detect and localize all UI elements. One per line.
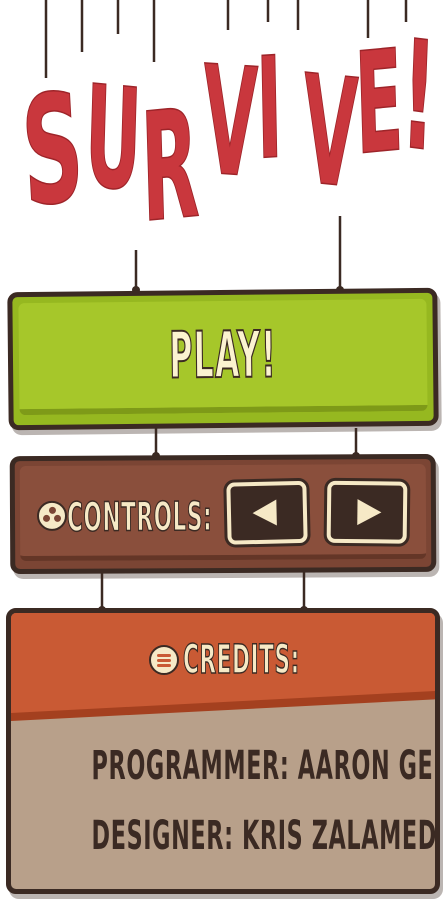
controls-panel: CONTROLS: bbox=[9, 453, 437, 575]
next-control-button[interactable] bbox=[326, 480, 408, 544]
credits-panel: CREDITS: PROGRAMMER: AARON GEISLER DESIG… bbox=[6, 608, 440, 894]
designer-credit: DESIGNER: KRIS ZALAMEDA bbox=[91, 813, 440, 859]
title-letter-e: E bbox=[352, 19, 406, 188]
controls-label: CONTROLS: bbox=[66, 493, 213, 541]
game-title: S U R V I V E ! bbox=[0, 8, 446, 258]
title-letter-r: R bbox=[138, 77, 202, 257]
credits-label: CREDITS: bbox=[183, 636, 300, 684]
gamepad-icon bbox=[36, 500, 68, 531]
list-icon bbox=[149, 645, 179, 675]
title-letter-v: V bbox=[201, 34, 260, 213]
title-letter-u: U bbox=[82, 55, 144, 224]
title-letter-v2: V bbox=[300, 43, 360, 223]
programmer-credit: PROGRAMMER: AARON GEISLER bbox=[91, 743, 440, 789]
arrow-left-icon bbox=[252, 499, 277, 527]
arrow-right-icon bbox=[357, 499, 382, 526]
play-button[interactable]: PLAY! bbox=[7, 287, 439, 431]
previous-control-button[interactable] bbox=[226, 480, 308, 545]
play-label: PLAY! bbox=[168, 318, 278, 395]
title-letter-exclaim: ! bbox=[398, 8, 440, 187]
title-letter-s: S bbox=[17, 60, 88, 243]
title-letter-i: I bbox=[254, 27, 284, 193]
